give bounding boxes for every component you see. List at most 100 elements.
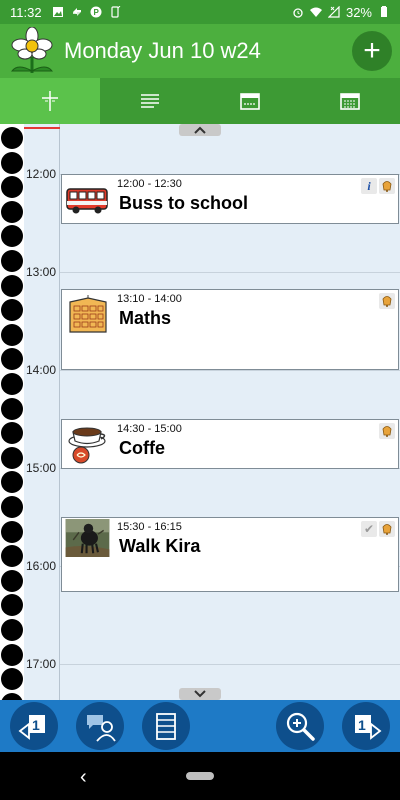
previous-day-icon: 1 [18,715,45,740]
image-notification-icon [52,7,63,17]
timeline-dot [1,496,23,518]
tab-month[interactable] [300,78,400,124]
timeline-dot [1,176,23,199]
view-tabs [0,78,400,124]
hour-gridline [60,272,400,273]
hour-label: 16:00 [26,559,57,573]
system-nav-bar: ‹ [0,752,400,800]
event-title: Coffe [119,438,165,458]
scroll-up-button[interactable] [179,124,221,136]
timeline-dot [1,594,23,617]
hour-label: 14:00 [26,363,57,377]
timeline-dot [1,422,23,445]
hour-label: 17:00 [26,657,57,671]
home-pill[interactable] [186,772,214,780]
hour-label: 15:00 [26,461,57,475]
event-card[interactable]: 14:30 - 15:00 Coffe [61,419,399,469]
event-title: Walk Kira [119,536,201,556]
alarm-status-icon [293,8,303,18]
day-timeline-icon [42,91,58,111]
zoom-button[interactable] [276,702,324,750]
event-time: 13:10 - 14:00 [117,293,182,305]
plus-icon: + [363,34,381,67]
zoom-icon [286,712,315,741]
chevron-up-icon [194,126,206,134]
daffodil-logo-icon [10,27,54,73]
timeline-dot [1,225,23,248]
timeline-dot [1,127,23,149]
timeline-dot [1,323,23,346]
event-card[interactable]: 15:30 - 16:15 Walk Kira ✔ [61,517,399,592]
previous-day-button[interactable]: 1 [10,702,58,750]
alarm-icon [379,293,395,309]
timeline-dot [1,397,23,420]
next-day-number: 1 [358,717,366,733]
bottom-toolbar: 1 1 [0,700,400,752]
bus-icon [66,188,108,214]
timeline-dots [0,124,24,715]
event-title: Maths [119,308,172,328]
alarm-icon [379,521,395,537]
timeline-dot [1,274,23,297]
timeline-dot [1,668,23,691]
hour-gridline [60,370,400,371]
timeline-dot [1,545,23,568]
dog-photo [65,519,110,557]
battery-percent: 32% [345,4,372,20]
tab-list[interactable] [100,78,200,124]
event-time: 14:30 - 15:00 [117,423,182,435]
hour-label: 12:00 [26,167,57,181]
week-calendar-icon [240,93,260,110]
timeline-dot [1,250,23,272]
timeline-dot [1,200,23,223]
contacts-button[interactable] [76,702,124,750]
event-card[interactable]: 13:10 - 14:00 Maths [61,289,399,370]
wifi-icon [309,7,322,17]
tab-day-timeline[interactable] [0,78,100,124]
battery-icon [381,6,387,17]
status-bar: 11:32 P 32% [0,0,400,24]
time-column [24,124,60,700]
scroll-down-button[interactable] [179,688,221,700]
timeline-dot [1,299,23,322]
page-title: Monday Jun 10 w24 [64,38,261,63]
coffee-icon [68,427,106,464]
next-day-button[interactable]: 1 [342,702,390,750]
timeline-dot [1,348,23,371]
event-card[interactable]: 12:00 - 12:30 Buss to school i [61,174,399,224]
timeline-dot [1,151,23,174]
hour-label: 13:00 [26,265,57,279]
app-screen: 11:32 P 32% Monday Jun 10 w24 + 12:00 13… [0,0,400,800]
event-time: 12:00 - 12:30 [117,178,182,190]
signal-icon [327,6,340,18]
hour-gridline [60,664,400,665]
event-title: Buss to school [119,193,249,213]
next-day-icon: 1 [355,715,382,740]
event-time: 15:30 - 16:15 [117,521,182,533]
p-notification-icon: P [90,6,102,18]
menu-button[interactable] [142,702,190,750]
timeline-dot [1,471,23,494]
timeline-dot [1,446,23,469]
check-icon[interactable]: ✔ [361,521,377,537]
month-calendar-icon [340,93,360,110]
contacts-icon [87,715,116,742]
chevron-down-icon [194,690,206,698]
tab-week[interactable] [200,78,300,124]
maths-board-icon [69,295,107,333]
timeline-dot [1,619,23,641]
timeline-dot [1,373,23,395]
app-header: Monday Jun 10 w24 + [0,24,400,78]
list-icon [141,94,159,108]
phone-notification-icon [110,6,120,18]
alarm-icon [379,423,395,439]
info-icon[interactable]: i [361,178,377,194]
alarm-icon [379,178,395,194]
timeline-dot [1,569,23,592]
current-time-indicator [24,127,60,129]
previous-day-number: 1 [32,717,40,733]
timeline-dot [1,643,23,666]
add-event-button[interactable]: + [352,31,392,71]
back-icon[interactable]: ‹ [80,766,87,789]
sync-notification-icon [72,8,81,16]
